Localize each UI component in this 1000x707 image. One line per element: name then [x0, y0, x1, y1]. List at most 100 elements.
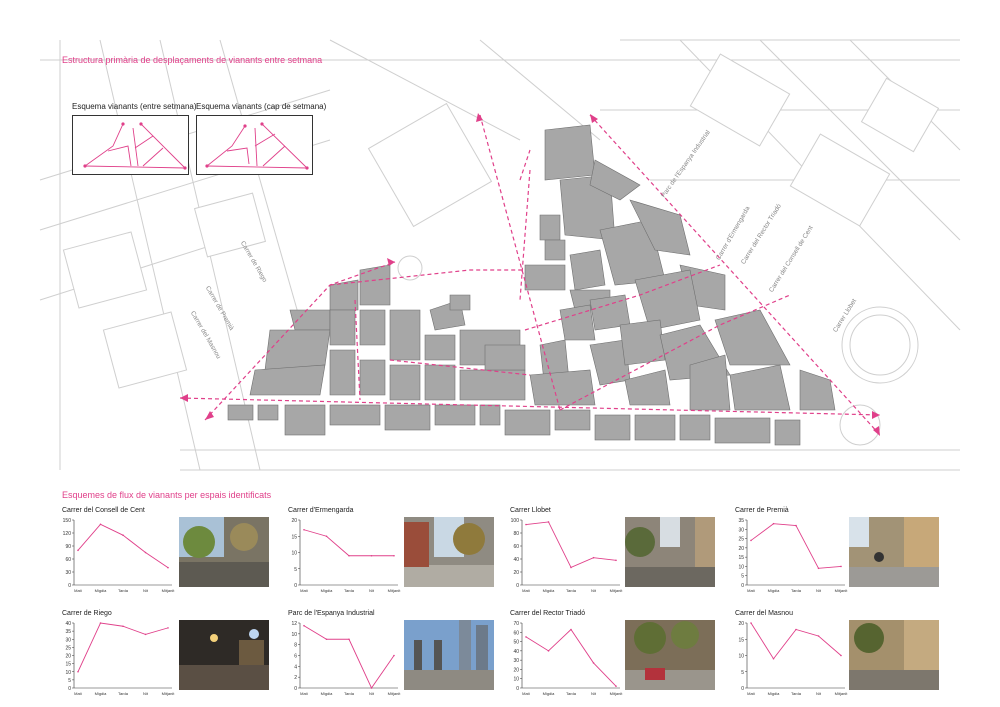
x-tick-label: Migdia	[95, 691, 108, 696]
data-point	[615, 559, 617, 562]
data-line	[303, 529, 394, 557]
schema-weekday-svg	[83, 122, 187, 170]
chart-block-masnou: Carrer del Masnou 0 5 10 15 20 Matí Migdia Tard…	[735, 610, 945, 698]
x-tick-label: Migdia	[768, 588, 781, 593]
schema-weekday-diagram	[72, 115, 189, 175]
y-tick-label: 20	[291, 518, 297, 524]
data-point	[144, 551, 147, 554]
x-tick-label: Mitjanit	[610, 691, 624, 696]
y-tick-label: 10	[738, 564, 744, 570]
y-tick-label: 35	[65, 629, 71, 635]
chart-block-consell-de-cent: Carrer del Consell de Cent 0 30 60 90 120 150…	[62, 507, 272, 595]
y-tick-label: 25	[65, 645, 71, 651]
y-tick-label: 60	[513, 544, 519, 550]
data-point	[122, 534, 124, 536]
x-tick-label: Matí	[300, 691, 309, 696]
x-tick-label: Tarda	[344, 588, 355, 593]
x-tick-label: Mitjanit	[835, 588, 849, 593]
chart-svg: 0 5 10 15 20 25 30 35 Matí Migdia Tarda Nit Mitjanit	[738, 518, 849, 593]
data-point	[122, 625, 124, 628]
data-point	[167, 627, 169, 629]
data-point	[144, 633, 147, 636]
x-tick-label: Mitjanit	[388, 588, 402, 593]
data-point	[750, 622, 752, 624]
y-tick-label: 60	[513, 630, 519, 636]
schema-weekday-title: Esquema vianants (entre setmana)	[72, 102, 197, 111]
y-tick-label: 20	[65, 654, 71, 660]
street-photo	[179, 620, 269, 690]
x-tick-label: Migdia	[321, 691, 334, 696]
y-tick-label: 10	[513, 677, 519, 683]
street-photo	[849, 620, 939, 690]
y-tick-label: 12	[291, 621, 297, 627]
x-tick-label: Matí	[747, 691, 756, 696]
x-tick-label: Migdia	[321, 588, 334, 593]
x-tick-label: Tarda	[791, 588, 802, 593]
chart-title: Carrer de Riego	[62, 610, 112, 617]
chart-block-premia: Carrer de Premià 0 5 10 15 20 25 30 35 Matí Migdi…	[735, 507, 945, 595]
chart-title: Carrer Llobet	[510, 507, 551, 514]
schema-weekend-diagram	[196, 115, 313, 175]
y-tick-label: 15	[65, 662, 71, 668]
x-tick-label: Matí	[522, 588, 531, 593]
y-tick-label: 20	[513, 667, 519, 673]
data-line	[77, 622, 169, 672]
data-point	[325, 638, 328, 641]
y-tick-label: 50	[513, 640, 519, 646]
y-tick-label: 15	[291, 534, 297, 540]
y-tick-label: 90	[65, 544, 71, 550]
x-tick-label: Matí	[522, 691, 531, 696]
street-photo	[179, 517, 269, 587]
map-title: Estructura primària de desplaçaments de …	[62, 55, 323, 65]
y-tick-label: 5	[294, 567, 297, 573]
y-tick-label: 70	[513, 621, 519, 627]
y-tick-label: 30	[65, 637, 71, 643]
data-point	[370, 554, 373, 557]
data-point	[840, 565, 842, 568]
charts-title: Esquemes de flux de vianants per espais …	[62, 490, 272, 500]
chart-svg: 0 10 20 30 40 50 60 70 Matí Migdia Tarda Nit Mitjani…	[513, 621, 624, 696]
chart-svg: 0 5 10 15 20 25 30 35 40 Matí Migdia Tarda Nit Mitjan…	[65, 621, 175, 696]
data-point	[570, 566, 572, 569]
data-point	[348, 638, 350, 641]
x-tick-label: Tarda	[118, 691, 129, 696]
street-photo	[404, 517, 494, 587]
x-tick-label: Matí	[74, 588, 83, 593]
y-tick-label: 100	[511, 518, 520, 524]
x-tick-label: Matí	[300, 588, 309, 593]
data-point	[167, 566, 169, 569]
x-tick-label: Nit	[369, 588, 375, 593]
y-tick-label: 40	[65, 621, 71, 627]
y-tick-label: 150	[63, 518, 72, 524]
x-tick-label: Migdia	[543, 691, 556, 696]
y-tick-label: 6	[294, 654, 297, 660]
x-tick-label: Mitjanit	[388, 691, 402, 696]
chart-block-ermengarda: Carrer d'Ermengarda 0 5 10 15 20 Matí Migdia Ta…	[288, 507, 498, 595]
y-tick-label: 20	[738, 621, 744, 627]
chart-title: Carrer de Premià	[735, 507, 789, 514]
chart-title: Carrer del Masnou	[735, 610, 793, 617]
x-tick-label: Mitjanit	[162, 588, 176, 593]
x-tick-label: Migdia	[768, 691, 781, 696]
data-point	[817, 635, 820, 637]
chart-svg: 0 5 10 15 20 Matí Migdia Tarda Nit Mitjanit	[738, 621, 848, 696]
street-photo	[849, 517, 939, 587]
data-line	[750, 622, 842, 660]
data-line	[77, 523, 169, 569]
y-tick-label: 5	[741, 670, 744, 676]
x-tick-label: Nit	[816, 588, 822, 593]
street-photo	[625, 517, 715, 587]
data-point	[99, 622, 102, 624]
y-tick-label: 80	[513, 531, 519, 537]
data-point	[370, 687, 373, 689]
study-area-blocks	[227, 124, 836, 446]
data-point	[750, 539, 752, 542]
y-tick-label: 0	[294, 686, 297, 692]
schema-weekend-svg	[205, 122, 309, 170]
y-tick-label: 5	[68, 678, 71, 684]
chart-svg: 0 2 4 6 8 10 12 Matí Migdia Tarda Nit Mitjanit	[291, 621, 402, 696]
data-line	[525, 521, 617, 569]
data-point	[348, 554, 350, 557]
x-tick-label: Nit	[369, 691, 375, 696]
x-tick-label: Nit	[591, 691, 597, 696]
